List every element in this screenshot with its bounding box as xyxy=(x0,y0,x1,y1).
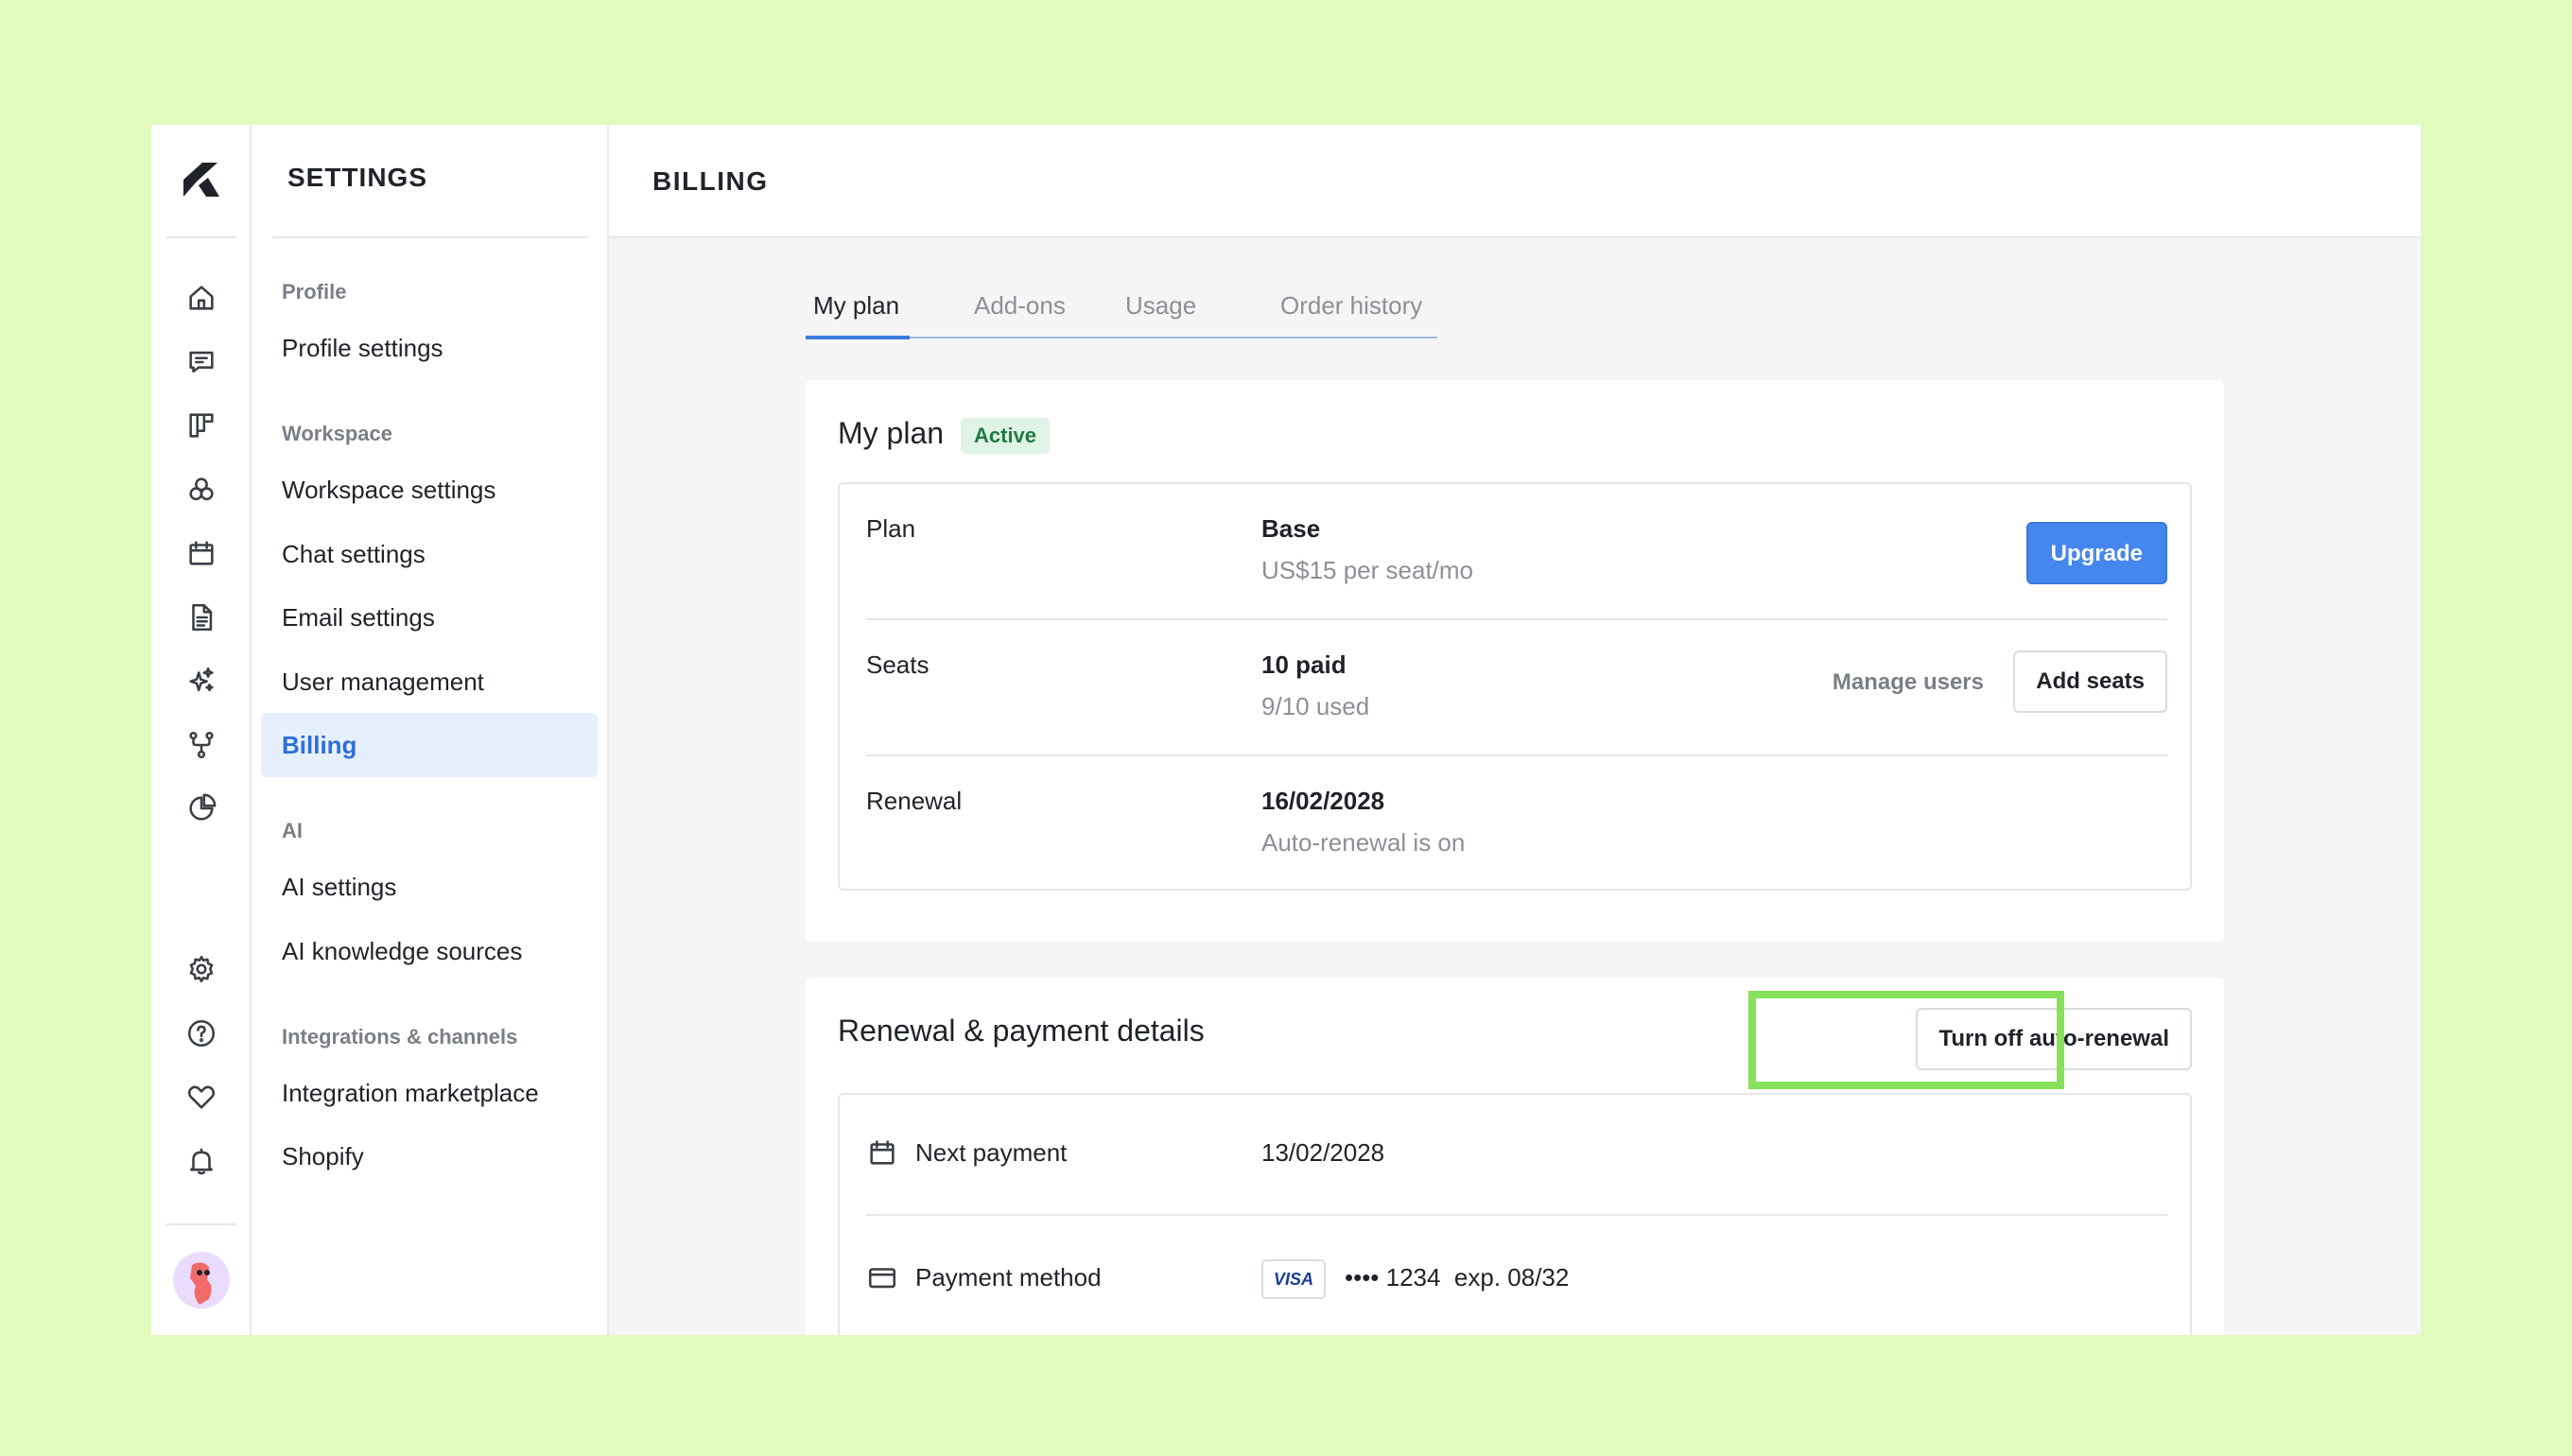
plan-card: My plan Active Plan Base US$15 per seat/… xyxy=(806,380,2224,942)
renewal-date: 16/02/2028 xyxy=(1261,787,1385,815)
seats-row: Seats 10 paid 9/10 used Manage users Add… xyxy=(866,650,2167,754)
main-content: BILLING My plan Add-ons Usage Order hist… xyxy=(609,125,2421,1335)
nav-item-workspace-settings[interactable]: Workspace settings xyxy=(261,458,598,522)
seats-used: 9/10 used xyxy=(1261,692,1370,720)
nav-item-ai-knowledge-sources[interactable]: AI knowledge sources xyxy=(261,919,598,983)
upgrade-button[interactable]: Upgrade xyxy=(2025,522,2167,584)
plan-card-title: My plan xyxy=(838,416,945,450)
page-title: BILLING xyxy=(652,166,769,196)
rail-divider xyxy=(166,1223,236,1225)
app-logo-icon[interactable] xyxy=(180,159,223,202)
nav-group-profile: Profile xyxy=(282,280,347,303)
tab-add-ons[interactable]: Add-ons xyxy=(974,291,1066,321)
plan-details-box: Plan Base US$15 per seat/mo Upgrade Seat… xyxy=(838,482,2192,891)
visa-logo: VISA xyxy=(1261,1259,1326,1299)
calendar-icon[interactable] xyxy=(184,536,218,570)
nav-group-workspace: Workspace xyxy=(282,422,392,445)
nav-item-chat-settings[interactable]: Chat settings xyxy=(261,522,598,586)
tab-order-history[interactable]: Order history xyxy=(1280,291,1422,321)
renewal-label: Renewal xyxy=(866,787,963,815)
nav-item-user-management[interactable]: User management xyxy=(261,650,598,714)
icon-rail xyxy=(151,125,252,1335)
tab-usage[interactable]: Usage xyxy=(1125,291,1196,321)
nav-item-integration-marketplace[interactable]: Integration marketplace xyxy=(261,1061,598,1125)
nav-group-integrations: Integrations & channels xyxy=(282,1025,518,1049)
next-payment-label: Next payment xyxy=(915,1138,1068,1167)
plan-label: Plan xyxy=(866,514,916,543)
renewal-row: Renewal 16/02/2028 Auto-renewal is on xyxy=(866,787,2167,872)
nav-item-ai-settings[interactable]: AI settings xyxy=(261,855,598,919)
nav-item-shopify[interactable]: Shopify xyxy=(261,1124,598,1188)
top-bar: BILLING xyxy=(609,125,2421,238)
row-divider xyxy=(866,1214,2167,1216)
gear-icon[interactable] xyxy=(184,952,218,986)
nav-item-email-settings[interactable]: Email settings xyxy=(261,585,598,650)
tab-my-plan[interactable]: My plan xyxy=(813,291,899,321)
settings-title: SETTINGS xyxy=(287,163,428,192)
add-seats-button[interactable]: Add seats xyxy=(2013,650,2167,713)
pie-chart-icon[interactable] xyxy=(184,791,218,825)
app-window: SETTINGS Profile Profile settings Worksp… xyxy=(151,125,2421,1335)
document-icon[interactable] xyxy=(184,600,218,634)
calendar-icon xyxy=(866,1136,898,1169)
payment-method-row: Payment method VISA •••• 1234 exp. 08/32 xyxy=(866,1259,2167,1301)
next-payment-row: Next payment 13/02/2028 xyxy=(866,1136,2167,1174)
workflow-icon[interactable] xyxy=(184,728,218,762)
status-badge: Active xyxy=(961,418,1051,454)
seats-label: Seats xyxy=(866,650,930,679)
settings-nav: SETTINGS Profile Profile settings Worksp… xyxy=(252,125,609,1335)
home-icon[interactable] xyxy=(184,281,218,315)
help-icon[interactable] xyxy=(184,1016,218,1050)
nav-item-billing[interactable]: Billing xyxy=(261,713,598,777)
circles-icon[interactable] xyxy=(184,473,218,507)
highlight-box xyxy=(1748,991,2064,1089)
bell-icon[interactable] xyxy=(184,1144,218,1178)
rail-divider xyxy=(166,236,236,238)
payment-card-title: Renewal & payment details xyxy=(838,1014,1205,1048)
board-icon[interactable] xyxy=(184,408,218,442)
payment-details-box: Next payment 13/02/2028 Payment method V… xyxy=(838,1093,2192,1335)
credit-card-icon xyxy=(866,1261,898,1293)
nav-divider xyxy=(272,236,588,238)
auto-renewal-status: Auto-renewal is on xyxy=(1261,828,1466,857)
next-payment-date: 13/02/2028 xyxy=(1261,1138,1385,1167)
billing-tabs: My plan Add-ons Usage Order history xyxy=(806,291,1437,339)
chat-icon[interactable] xyxy=(184,345,218,379)
seats-value: 10 paid xyxy=(1261,650,1347,679)
nav-item-profile-settings[interactable]: Profile settings xyxy=(261,316,598,380)
user-avatar[interactable] xyxy=(173,1252,230,1309)
card-number: •••• 1234 exp. 08/32 xyxy=(1345,1263,1570,1291)
manage-users-link[interactable]: Manage users xyxy=(1833,669,1984,696)
plan-value: Base xyxy=(1261,514,1321,543)
plan-row: Plan Base US$15 per seat/mo Upgrade xyxy=(866,514,2167,618)
active-tab-indicator xyxy=(806,336,910,339)
plan-price: US$15 per seat/mo xyxy=(1261,556,1474,584)
nav-group-ai: AI xyxy=(282,819,303,842)
row-divider xyxy=(866,754,2167,756)
row-divider xyxy=(866,618,2167,620)
heart-icon[interactable] xyxy=(184,1080,218,1114)
payment-method-label: Payment method xyxy=(915,1263,1102,1291)
sparkles-icon[interactable] xyxy=(184,664,218,698)
